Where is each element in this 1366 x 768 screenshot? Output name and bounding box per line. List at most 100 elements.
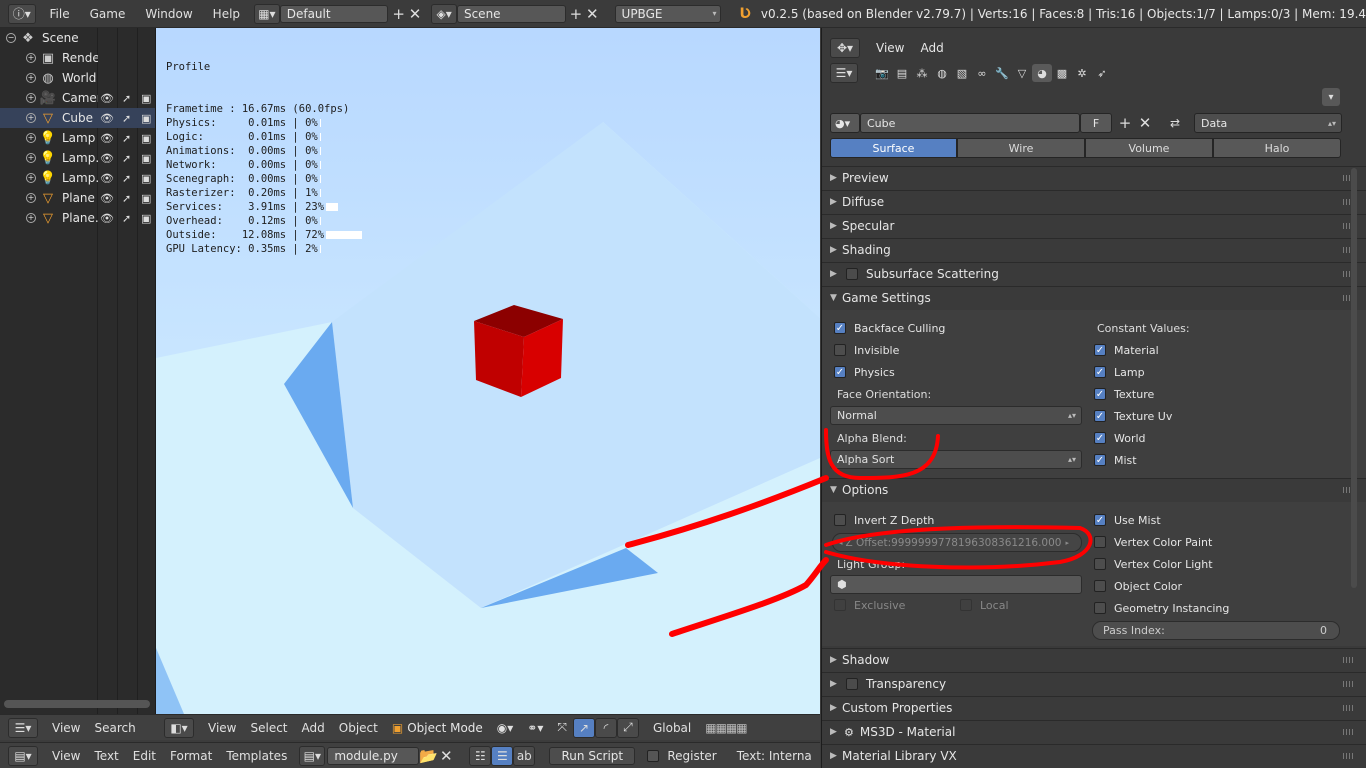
selectable-cursor-icon[interactable]: ➚ — [122, 92, 131, 105]
pin-dropdown-icon[interactable]: ▾ — [1322, 88, 1340, 106]
alpha-blend-select[interactable]: Alpha Sort ▴▾ — [830, 450, 1082, 469]
render-layers-tab-icon[interactable]: ▤ — [892, 64, 912, 82]
expand-icon[interactable]: + — [26, 73, 36, 83]
tab-halo[interactable]: Halo — [1213, 138, 1341, 158]
menu-add[interactable]: Add — [302, 721, 325, 735]
expand-icon[interactable]: + — [26, 113, 36, 123]
engine-select[interactable]: UPBGE ▾ — [614, 4, 722, 23]
pivot-icon[interactable]: ⚭▾ — [527, 721, 543, 735]
selectable-cursor-icon[interactable]: ➚ — [122, 132, 131, 145]
panel-game-settings[interactable]: ▼ Game Settings — [830, 287, 1359, 309]
menu-format[interactable]: Format — [170, 749, 212, 763]
world-checkbox[interactable]: ✓ World — [1094, 429, 1146, 447]
menu-object[interactable]: Object — [339, 721, 378, 735]
panel-specular[interactable]: ▶ Specular — [830, 215, 1359, 237]
add-layout-icon[interactable]: + — [390, 5, 406, 23]
unlink-material-icon[interactable]: ✕ — [1136, 114, 1154, 132]
visibility-eye-icon[interactable]: 👁 — [100, 112, 114, 125]
panel-diffuse[interactable]: ▶ Diffuse — [830, 191, 1359, 213]
texture-tab-icon[interactable]: ▩ — [1052, 64, 1072, 82]
object-color-checkbox[interactable]: Object Color — [1094, 577, 1182, 595]
render-tab-icon[interactable]: 📷 — [872, 64, 892, 82]
selectable-cursor-icon[interactable]: ➚ — [122, 112, 131, 125]
menu-view[interactable]: View — [208, 721, 236, 735]
expand-icon[interactable]: + — [26, 173, 36, 183]
transparency-enable-checkbox[interactable] — [846, 678, 858, 690]
screen-layout-field[interactable]: Default — [279, 4, 389, 23]
expand-icon[interactable]: + — [26, 133, 36, 143]
render-camera-icon[interactable]: ▣ — [141, 192, 151, 205]
mode-select[interactable]: Object Mode — [407, 721, 483, 735]
scale-icon[interactable]: ⤢ — [616, 717, 639, 738]
panel-options[interactable]: ▼ Options — [830, 479, 1359, 501]
editor-type-info-icon[interactable]: ⓘ▾ — [8, 3, 36, 24]
material-checkbox[interactable]: ✓ Material — [1094, 341, 1159, 359]
panel-ms3d-material[interactable]: ▶ ⚙ MS3D - Material — [830, 721, 1359, 743]
outliner-item[interactable]: + 🎥 Camer 👁 ➚ ▣ — [0, 88, 155, 108]
texture-checkbox[interactable]: ✓ Texture — [1094, 385, 1154, 403]
menu-view[interactable]: View — [52, 721, 80, 735]
menu-text[interactable]: Text — [94, 749, 118, 763]
render-camera-icon[interactable]: ▣ — [141, 212, 151, 225]
local-checkbox[interactable]: Local — [960, 596, 1009, 614]
tab-wire[interactable]: Wire — [957, 138, 1085, 158]
data-tab-icon[interactable]: ▽ — [1012, 64, 1032, 82]
increment-icon[interactable]: ▸ — [1065, 539, 1069, 547]
light-group-field[interactable]: ⬢ — [830, 575, 1082, 594]
scene-field[interactable]: Scene — [456, 4, 566, 23]
invisible-checkbox[interactable]: Invisible — [834, 341, 899, 359]
constraints-tab-icon[interactable]: ∞ — [972, 64, 992, 82]
menu-view[interactable]: View — [52, 749, 80, 763]
expand-icon[interactable]: + — [26, 213, 36, 223]
run-script-button[interactable]: Run Script — [549, 746, 636, 765]
menu-edit[interactable]: Edit — [133, 749, 156, 763]
scene-icon[interactable]: ◈▾ — [431, 3, 457, 24]
menu-add[interactable]: Add — [920, 41, 943, 55]
menu-help[interactable]: Help — [213, 7, 240, 21]
outliner-item[interactable]: + ▽ Plane.(👁 ➚ ▣ — [0, 208, 155, 228]
expand-icon[interactable]: − — [6, 33, 16, 43]
drag-handle-icon[interactable] — [1343, 657, 1355, 663]
register-checkbox[interactable] — [647, 749, 660, 762]
tab-surface[interactable]: Surface — [830, 138, 957, 158]
editor-type-outliner-icon[interactable]: ☰▾ — [8, 717, 38, 738]
new-material-icon[interactable]: + — [1116, 114, 1134, 132]
properties-scrollbar[interactable] — [1351, 168, 1357, 588]
open-folder-icon[interactable]: 📂 — [419, 747, 438, 765]
modifiers-tab-icon[interactable]: 🔧 — [992, 64, 1012, 82]
geometry-instancing-checkbox[interactable]: Geometry Instancing — [1094, 599, 1229, 617]
panel-material-library-vx[interactable]: ▶ Material Library VX — [830, 745, 1359, 767]
visibility-eye-icon[interactable]: 👁 — [100, 152, 114, 165]
fake-user-button[interactable]: F — [1080, 113, 1112, 133]
editor-type-properties-icon[interactable]: ✥▾ — [830, 38, 860, 58]
material-browse-icon[interactable]: ◕▾ — [830, 113, 860, 133]
3d-viewport[interactable]: Profile Frametime : 16.67ms (60.0fps) Phy… — [156, 28, 820, 714]
menu-search[interactable]: Search — [94, 721, 135, 735]
rotate-icon[interactable]: ◜ — [594, 717, 617, 738]
expand-icon[interactable]: + — [26, 93, 36, 103]
drag-handle-icon[interactable] — [1343, 681, 1355, 687]
syntax-highlight-icon[interactable]: ab — [513, 745, 536, 766]
material-name-field[interactable]: Cube — [860, 113, 1080, 133]
physics-checkbox[interactable]: ✓ Physics — [834, 363, 895, 381]
editor-type-3d-icon[interactable]: ◧▾ — [164, 717, 194, 738]
selectable-cursor-icon[interactable]: ➚ — [122, 172, 131, 185]
menu-templates[interactable]: Templates — [226, 749, 287, 763]
sss-enable-checkbox[interactable] — [846, 268, 858, 280]
selectable-cursor-icon[interactable]: ➚ — [122, 212, 131, 225]
drag-handle-icon[interactable] — [1343, 753, 1355, 759]
vertex-color-paint-checkbox[interactable]: Vertex Color Paint — [1094, 533, 1212, 551]
manipulator-icon[interactable]: ⤧ — [557, 720, 567, 735]
expand-icon[interactable]: + — [26, 53, 36, 63]
visibility-eye-icon[interactable]: 👁 — [100, 192, 114, 205]
menu-view[interactable]: View — [876, 41, 904, 55]
mist-checkbox[interactable]: ✓ Mist — [1094, 451, 1137, 469]
particles-tab-icon[interactable]: ✲ — [1072, 64, 1092, 82]
vertex-color-light-checkbox[interactable]: Vertex Color Light — [1094, 555, 1213, 573]
screen-layout-icon[interactable]: ▦▾ — [254, 3, 280, 24]
use-mist-checkbox[interactable]: ✓ Use Mist — [1094, 511, 1161, 529]
link-data-select[interactable]: Data ▴▾ — [1194, 113, 1342, 133]
visibility-eye-icon[interactable]: 👁 — [100, 92, 114, 105]
text-file-field[interactable]: module.py — [327, 746, 420, 765]
render-camera-icon[interactable]: ▣ — [141, 112, 151, 125]
